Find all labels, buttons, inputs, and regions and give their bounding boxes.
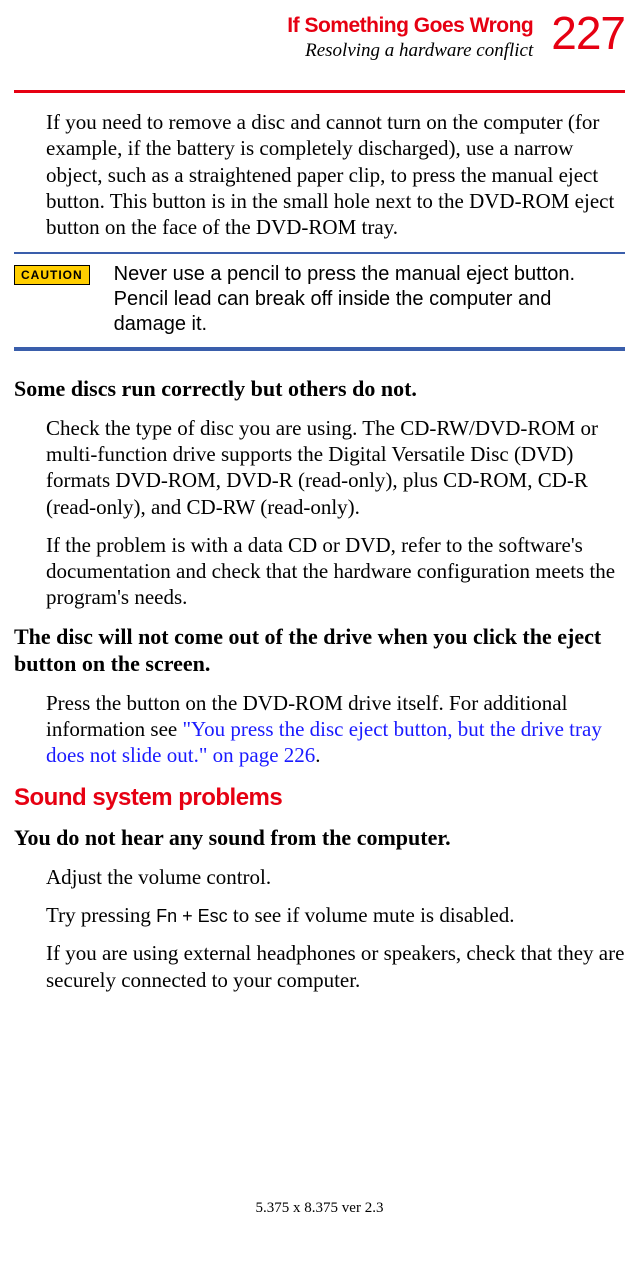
para4-post-text: . [315, 743, 320, 767]
heading-no-sound: You do not hear any sound from the compu… [14, 824, 625, 852]
para6-pre-text: Try pressing [46, 903, 156, 927]
para6-post-text: to see if volume mute is disabled. [228, 903, 515, 927]
paragraph-eject-disc: If you need to remove a disc and cannot … [46, 109, 625, 240]
header-section-subtitle: Resolving a hardware conflict [287, 40, 533, 62]
page-footer: 5.375 x 8.375 ver 2.3 [0, 1200, 639, 1217]
keycap-fn-esc: Fn + Esc [156, 906, 228, 926]
caution-box: CAUTION Never use a pencil to press the … [14, 262, 625, 337]
page-content: If you need to remove a disc and cannot … [0, 90, 639, 993]
caution-label: CAUTION [14, 265, 90, 285]
paragraph-press-button: Press the button on the DVD-ROM drive it… [46, 690, 625, 769]
paragraph-adjust-volume: Adjust the volume control. [46, 864, 625, 890]
paragraph-data-cd-dvd: If the problem is with a data CD or DVD,… [46, 532, 625, 611]
paragraph-check-disc-type: Check the type of disc you are using. Th… [46, 415, 625, 520]
page-header: If Something Goes Wrong Resolving a hard… [0, 0, 639, 62]
caution-divider-bottom [14, 347, 625, 351]
divider-top [14, 90, 625, 93]
header-chapter-title: If Something Goes Wrong [287, 14, 533, 38]
page-number: 227 [551, 10, 625, 56]
section-heading-sound: Sound system problems [14, 784, 625, 812]
caution-text: Never use a pencil to press the manual e… [114, 262, 625, 337]
heading-disc-wont-eject: The disc will not come out of the drive … [14, 623, 625, 678]
header-text-block: If Something Goes Wrong Resolving a hard… [287, 10, 533, 62]
paragraph-headphones: If you are using external headphones or … [46, 940, 625, 993]
paragraph-fn-esc: Try pressing Fn + Esc to see if volume m… [46, 902, 625, 928]
caution-divider-top [14, 252, 625, 254]
heading-some-discs: Some discs run correctly but others do n… [14, 375, 625, 403]
